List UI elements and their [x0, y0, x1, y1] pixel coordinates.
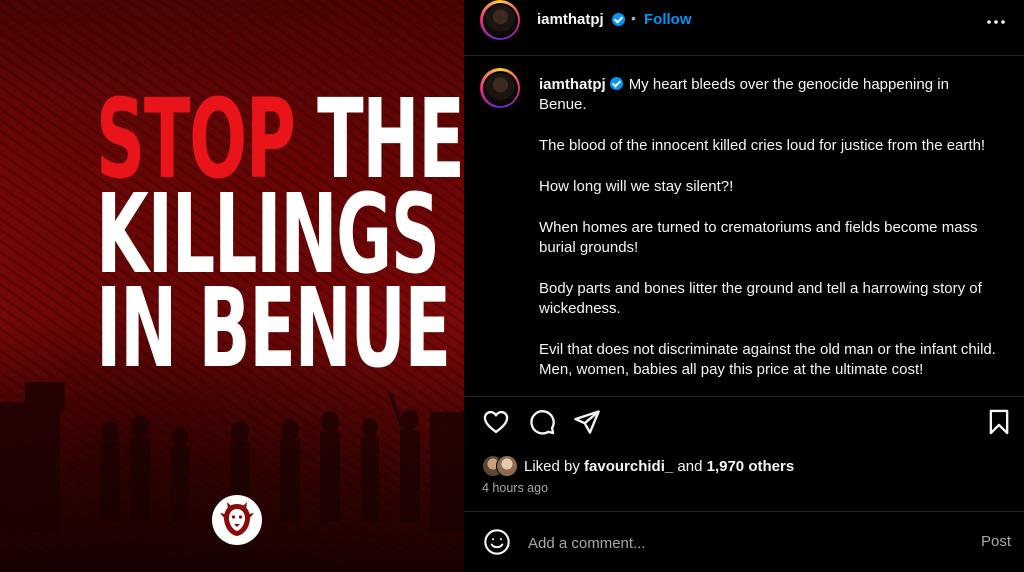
post-side-panel: iamthatpj • Follow iamthatpj My heart ble…	[464, 0, 1024, 572]
headline-word-in-benue: IN BENUE	[96, 264, 451, 393]
comment-input[interactable]	[526, 531, 950, 555]
liker-username[interactable]: favourchidi_	[584, 458, 673, 475]
emoji-icon[interactable]	[483, 528, 511, 556]
caption-paragraph: When homes are turned to crematoriums an…	[539, 218, 978, 256]
comment-bar: Post	[464, 523, 1024, 561]
action-bar	[464, 404, 1024, 440]
liker-avatars	[482, 455, 524, 477]
avatar	[496, 455, 518, 477]
comment-divider	[464, 511, 1024, 512]
likes-summary[interactable]: Liked by favourchidi_ and 1,970 others	[482, 454, 794, 478]
likes-text: Liked by favourchidi_ and 1,970 others	[524, 458, 794, 475]
verified-badge-icon	[609, 77, 623, 90]
caption-avatar[interactable]	[480, 68, 520, 108]
headline: STOP THE KILLINGS IN BENUE	[96, 84, 464, 393]
caption-text: iamthatpj My heart bleeds over the genoci…	[539, 75, 997, 391]
bookmark-icon[interactable]	[985, 408, 1013, 436]
caption-paragraph: How long will we stay silent?!	[539, 177, 734, 195]
post-header: iamthatpj • Follow	[464, 0, 1024, 42]
post-image[interactable]: STOP THE KILLINGS IN BENUE	[0, 0, 464, 572]
header-divider	[464, 55, 1024, 56]
likes-prefix: Liked by	[524, 457, 585, 475]
post-comment-button[interactable]: Post	[981, 533, 1011, 550]
lion-head-icon	[212, 495, 262, 545]
likes-middle: and	[673, 457, 707, 475]
more-options-icon[interactable]	[986, 12, 1006, 32]
caption-paragraph: The blood of the innocent killed cries l…	[539, 137, 986, 155]
verified-badge-icon	[612, 13, 625, 26]
caption-paragraph: Body parts and bones litter the ground a…	[539, 279, 982, 318]
caption-paragraph: Evil that does not discriminate against …	[539, 340, 996, 379]
likes-others-count[interactable]: 1,970 others	[707, 458, 795, 475]
post-timestamp[interactable]: 4 hours ago	[482, 481, 548, 495]
comment-icon[interactable]	[528, 408, 556, 436]
heart-icon[interactable]	[482, 408, 510, 436]
actions-divider	[464, 396, 1024, 397]
caption-username[interactable]: iamthatpj	[539, 76, 606, 93]
follow-button[interactable]: Follow	[644, 11, 692, 28]
author-username[interactable]: iamthatpj	[537, 11, 604, 28]
caption-area: iamthatpj My heart bleeds over the genoci…	[464, 68, 1024, 391]
share-icon[interactable]	[573, 408, 601, 436]
author-avatar[interactable]	[480, 0, 520, 40]
header-separator: •	[631, 10, 636, 26]
